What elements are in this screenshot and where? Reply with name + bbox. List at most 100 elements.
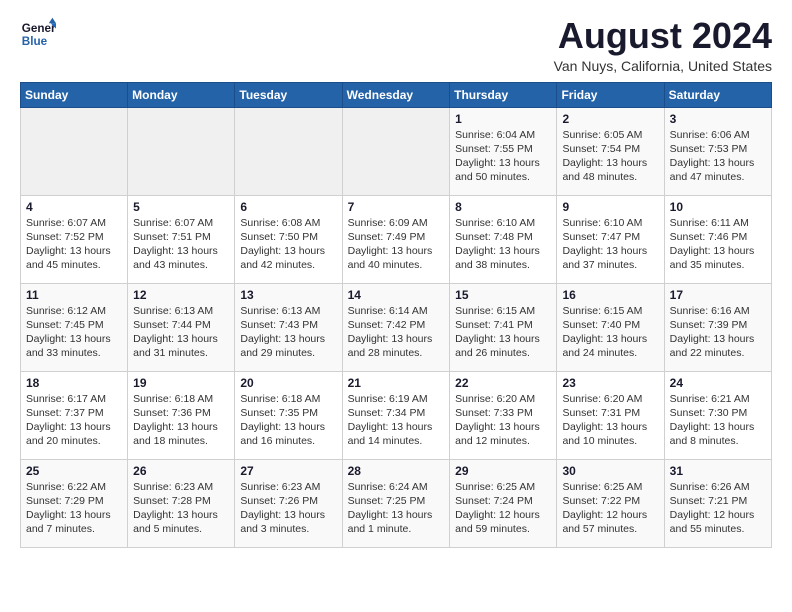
calendar-cell: 10 Sunrise: 6:11 AM Sunset: 7:46 PM Dayli…: [664, 195, 771, 283]
calendar-cell: 20 Sunrise: 6:18 AM Sunset: 7:35 PM Dayli…: [235, 371, 342, 459]
calendar-cell: 12 Sunrise: 6:13 AM Sunset: 7:44 PM Dayli…: [128, 283, 235, 371]
calendar-table: SundayMondayTuesdayWednesdayThursdayFrid…: [20, 82, 772, 548]
calendar-cell: 23 Sunrise: 6:20 AM Sunset: 7:31 PM Dayli…: [557, 371, 664, 459]
day-number: 4: [26, 200, 122, 214]
day-number: 16: [562, 288, 658, 302]
calendar-cell: 13Sunrise: 6:13 AM Sunset: 7:43 PM Dayli…: [235, 283, 342, 371]
day-info: Sunrise: 6:11 AM Sunset: 7:46 PM Dayligh…: [670, 216, 766, 273]
calendar-cell: 1 Sunrise: 6:04 AM Sunset: 7:55 PM Daylig…: [450, 107, 557, 195]
logo: General Blue: [20, 16, 56, 52]
calendar-cell: [342, 107, 450, 195]
calendar-cell: 30Sunrise: 6:25 AM Sunset: 7:22 PM Dayli…: [557, 459, 664, 547]
day-number: 9: [562, 200, 658, 214]
day-info: Sunrise: 6:20 AM Sunset: 7:31 PM Dayligh…: [562, 392, 658, 449]
week-row-2: 4 Sunrise: 6:07 AM Sunset: 7:52 PM Daylig…: [21, 195, 772, 283]
title-area: August 2024 Van Nuys, California, United…: [554, 16, 772, 74]
day-number: 28: [348, 464, 445, 478]
day-number: 21: [348, 376, 445, 390]
calendar-cell: 5 Sunrise: 6:07 AM Sunset: 7:51 PM Daylig…: [128, 195, 235, 283]
week-row-3: 11 Sunrise: 6:12 AM Sunset: 7:45 PM Dayli…: [21, 283, 772, 371]
weekday-header-wednesday: Wednesday: [342, 82, 450, 107]
weekday-header-friday: Friday: [557, 82, 664, 107]
calendar-cell: 29 Sunrise: 6:25 AM Sunset: 7:24 PM Dayli…: [450, 459, 557, 547]
calendar-cell: [21, 107, 128, 195]
calendar-cell: 18 Sunrise: 6:17 AM Sunset: 7:37 PM Dayli…: [21, 371, 128, 459]
svg-text:General: General: [22, 22, 56, 35]
day-info: Sunrise: 6:24 AM Sunset: 7:25 PM Dayligh…: [348, 480, 445, 537]
day-number: 1: [455, 112, 551, 126]
week-row-1: 1 Sunrise: 6:04 AM Sunset: 7:55 PM Daylig…: [21, 107, 772, 195]
week-row-5: 25 Sunrise: 6:22 AM Sunset: 7:29 PM Dayli…: [21, 459, 772, 547]
day-info: Sunrise: 6:22 AM Sunset: 7:29 PM Dayligh…: [26, 480, 122, 537]
day-number: 10: [670, 200, 766, 214]
week-row-4: 18 Sunrise: 6:17 AM Sunset: 7:37 PM Dayli…: [21, 371, 772, 459]
day-number: 13: [240, 288, 336, 302]
day-number: 24: [670, 376, 766, 390]
day-number: 20: [240, 376, 336, 390]
weekday-header-sunday: Sunday: [21, 82, 128, 107]
day-number: 19: [133, 376, 229, 390]
day-info: Sunrise: 6:07 AM Sunset: 7:51 PM Dayligh…: [133, 216, 229, 273]
day-number: 8: [455, 200, 551, 214]
day-info: Sunrise: 6:21 AM Sunset: 7:30 PM Dayligh…: [670, 392, 766, 449]
day-info: Sunrise: 6:06 AM Sunset: 7:53 PM Dayligh…: [670, 128, 766, 185]
logo-icon: General Blue: [20, 16, 56, 52]
day-info: Sunrise: 6:09 AM Sunset: 7:49 PM Dayligh…: [348, 216, 445, 273]
day-info: Sunrise: 6:07 AM Sunset: 7:52 PM Dayligh…: [26, 216, 122, 273]
calendar-cell: 9 Sunrise: 6:10 AM Sunset: 7:47 PM Daylig…: [557, 195, 664, 283]
day-info: Sunrise: 6:20 AM Sunset: 7:33 PM Dayligh…: [455, 392, 551, 449]
day-number: 11: [26, 288, 122, 302]
day-info: Sunrise: 6:15 AM Sunset: 7:40 PM Dayligh…: [562, 304, 658, 361]
day-info: Sunrise: 6:13 AM Sunset: 7:44 PM Dayligh…: [133, 304, 229, 361]
day-info: Sunrise: 6:08 AM Sunset: 7:50 PM Dayligh…: [240, 216, 336, 273]
day-number: 5: [133, 200, 229, 214]
location-title: Van Nuys, California, United States: [554, 58, 772, 74]
day-info: Sunrise: 6:18 AM Sunset: 7:36 PM Dayligh…: [133, 392, 229, 449]
day-info: Sunrise: 6:17 AM Sunset: 7:37 PM Dayligh…: [26, 392, 122, 449]
day-number: 23: [562, 376, 658, 390]
calendar-cell: 6Sunrise: 6:08 AM Sunset: 7:50 PM Daylig…: [235, 195, 342, 283]
calendar-cell: 27Sunrise: 6:23 AM Sunset: 7:26 PM Dayli…: [235, 459, 342, 547]
day-number: 17: [670, 288, 766, 302]
weekday-header-thursday: Thursday: [450, 82, 557, 107]
calendar-cell: 22 Sunrise: 6:20 AM Sunset: 7:33 PM Dayli…: [450, 371, 557, 459]
calendar-cell: 21Sunrise: 6:19 AM Sunset: 7:34 PM Dayli…: [342, 371, 450, 459]
calendar-cell: 11 Sunrise: 6:12 AM Sunset: 7:45 PM Dayli…: [21, 283, 128, 371]
day-info: Sunrise: 6:10 AM Sunset: 7:47 PM Dayligh…: [562, 216, 658, 273]
day-number: 26: [133, 464, 229, 478]
calendar-cell: 25 Sunrise: 6:22 AM Sunset: 7:29 PM Dayli…: [21, 459, 128, 547]
calendar-cell: 15Sunrise: 6:15 AM Sunset: 7:41 PM Dayli…: [450, 283, 557, 371]
calendar-cell: [235, 107, 342, 195]
day-number: 30: [562, 464, 658, 478]
day-info: Sunrise: 6:18 AM Sunset: 7:35 PM Dayligh…: [240, 392, 336, 449]
day-info: Sunrise: 6:12 AM Sunset: 7:45 PM Dayligh…: [26, 304, 122, 361]
weekday-header-tuesday: Tuesday: [235, 82, 342, 107]
weekday-header-monday: Monday: [128, 82, 235, 107]
day-number: 14: [348, 288, 445, 302]
calendar-cell: [128, 107, 235, 195]
day-number: 27: [240, 464, 336, 478]
day-number: 25: [26, 464, 122, 478]
day-info: Sunrise: 6:10 AM Sunset: 7:48 PM Dayligh…: [455, 216, 551, 273]
day-number: 12: [133, 288, 229, 302]
calendar-cell: 28 Sunrise: 6:24 AM Sunset: 7:25 PM Dayli…: [342, 459, 450, 547]
calendar-cell: 7 Sunrise: 6:09 AM Sunset: 7:49 PM Daylig…: [342, 195, 450, 283]
day-info: Sunrise: 6:04 AM Sunset: 7:55 PM Dayligh…: [455, 128, 551, 185]
calendar-cell: 17 Sunrise: 6:16 AM Sunset: 7:39 PM Dayli…: [664, 283, 771, 371]
day-number: 29: [455, 464, 551, 478]
day-info: Sunrise: 6:16 AM Sunset: 7:39 PM Dayligh…: [670, 304, 766, 361]
calendar-cell: 4 Sunrise: 6:07 AM Sunset: 7:52 PM Daylig…: [21, 195, 128, 283]
day-number: 3: [670, 112, 766, 126]
day-info: Sunrise: 6:05 AM Sunset: 7:54 PM Dayligh…: [562, 128, 658, 185]
weekday-header-saturday: Saturday: [664, 82, 771, 107]
day-number: 7: [348, 200, 445, 214]
calendar-cell: 14 Sunrise: 6:14 AM Sunset: 7:42 PM Dayli…: [342, 283, 450, 371]
day-number: 18: [26, 376, 122, 390]
calendar-cell: 19 Sunrise: 6:18 AM Sunset: 7:36 PM Dayli…: [128, 371, 235, 459]
day-info: Sunrise: 6:25 AM Sunset: 7:24 PM Dayligh…: [455, 480, 551, 537]
day-info: Sunrise: 6:14 AM Sunset: 7:42 PM Dayligh…: [348, 304, 445, 361]
day-number: 22: [455, 376, 551, 390]
month-title: August 2024: [554, 16, 772, 56]
weekday-header-row: SundayMondayTuesdayWednesdayThursdayFrid…: [21, 82, 772, 107]
calendar-cell: 24 Sunrise: 6:21 AM Sunset: 7:30 PM Dayli…: [664, 371, 771, 459]
